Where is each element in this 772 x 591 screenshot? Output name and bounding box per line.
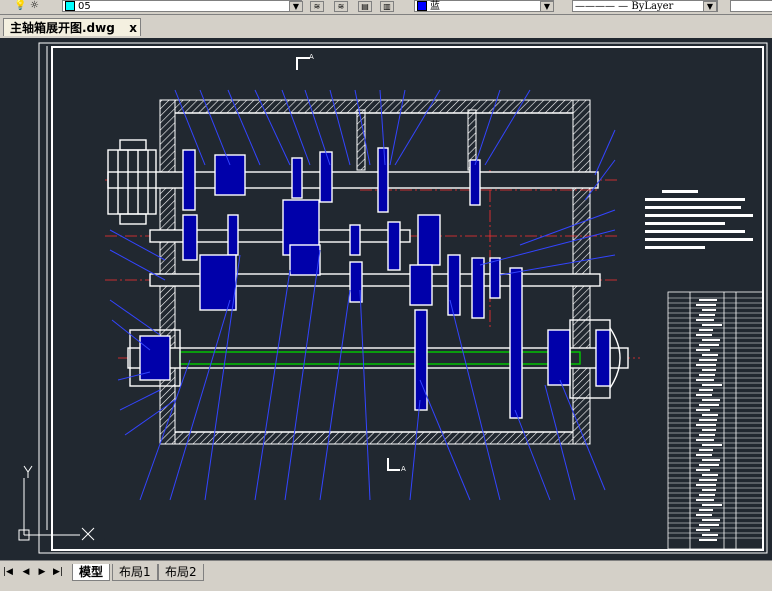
parts-list-text	[699, 524, 719, 526]
parts-list-text	[696, 394, 712, 396]
layer-dropdown[interactable]: 05	[62, 0, 302, 12]
parts-list-text	[702, 324, 722, 326]
parts-list-text	[702, 354, 718, 356]
next-tab-icon[interactable]: ▶	[36, 567, 48, 577]
layer-color-swatch	[65, 1, 75, 11]
parts-list-text	[702, 474, 718, 476]
parts-list-text	[702, 429, 716, 431]
properties-toolbar: 💡 ☼ 05 ▼ ≋ ≋ ▤ ▥ 蓝 ▼ ———— — ByLayer ▼	[0, 0, 772, 15]
parts-list-text	[696, 469, 710, 471]
parts-list-text	[702, 399, 720, 401]
ucs-x-label: X	[104, 539, 106, 541]
inner-frame	[51, 46, 764, 551]
parts-list-text	[702, 489, 716, 491]
sun-icon[interactable]: ☼	[30, 0, 39, 11]
parts-list-text	[702, 444, 722, 446]
parts-list-text	[702, 309, 716, 311]
tab-layout2[interactable]: 布局2	[158, 564, 204, 581]
lightbulb-icon[interactable]: 💡	[14, 0, 26, 11]
parts-list-text	[699, 449, 713, 451]
document-tab[interactable]: 主轴箱展开图.dwg x	[3, 18, 141, 36]
parts-list-text	[702, 459, 720, 461]
first-tab-icon[interactable]: |◀	[2, 567, 14, 577]
parts-list-text	[699, 374, 715, 376]
prev-tab-icon[interactable]: ◀	[20, 567, 32, 577]
lineweight-dropdown[interactable]	[730, 0, 772, 12]
parts-list-text	[699, 464, 719, 466]
previous-layer-icon[interactable]: ≋	[334, 1, 348, 12]
close-icon[interactable]: x	[129, 19, 137, 37]
parts-list-text	[699, 419, 717, 421]
parts-list-text	[696, 409, 710, 411]
tab-model[interactable]: 模型	[72, 564, 111, 581]
parts-list-text	[696, 319, 714, 321]
parts-list-text	[696, 424, 716, 426]
color-dropdown[interactable]: 蓝	[414, 0, 554, 12]
parts-list-text	[699, 494, 715, 496]
color-swatch	[417, 1, 427, 11]
parts-list-text	[699, 359, 717, 361]
document-tab-title: 主轴箱展开图.dwg	[10, 21, 115, 35]
technical-notes	[645, 190, 753, 249]
last-tab-icon[interactable]: ▶|	[52, 567, 64, 577]
parts-list-text	[699, 314, 715, 316]
tab-layout1[interactable]: 布局1	[112, 564, 158, 581]
parts-list-text	[696, 484, 716, 486]
ucs-icon	[18, 465, 95, 541]
layer-dropdown-arrow[interactable]: ▼	[289, 1, 303, 12]
parts-list-text	[699, 509, 713, 511]
parts-list-text	[702, 534, 718, 536]
cad-drawing: A A X Y	[18, 42, 768, 554]
parts-list-text	[696, 529, 710, 531]
parts-list-text	[696, 454, 712, 456]
parts-list-text	[699, 434, 715, 436]
parts-list-text	[699, 299, 717, 301]
parts-list-text	[699, 539, 717, 541]
parts-list-text	[699, 404, 719, 406]
parts-list-text	[699, 479, 717, 481]
parts-list-text	[702, 519, 720, 521]
parts-list-text	[696, 349, 710, 351]
parts-list-text	[696, 499, 714, 501]
parts-list-text	[699, 344, 719, 346]
document-tab-bar: 主轴箱展开图.dwg x	[0, 16, 772, 38]
parts-list-text	[696, 334, 712, 336]
parts-list-text	[702, 339, 720, 341]
color-dropdown-arrow[interactable]: ▼	[540, 1, 554, 12]
parts-list-text	[702, 414, 718, 416]
linetype-dropdown-arrow[interactable]: ▼	[703, 1, 717, 12]
ucs-y-label: Y	[34, 469, 36, 471]
layer-isolate-icon[interactable]: ▥	[380, 1, 394, 12]
section-mark-bottom: A	[401, 465, 406, 473]
match-layer-icon[interactable]: ≋	[310, 1, 324, 12]
parts-list-text	[702, 504, 722, 506]
parts-list-text	[702, 384, 722, 386]
layer-states-icon[interactable]: ▤	[358, 1, 372, 12]
linetype-dropdown[interactable]: ———— — ByLayer	[572, 0, 718, 12]
parts-list-text	[696, 514, 712, 516]
parts-list-text	[702, 369, 716, 371]
layout-tab-bar: |◀ ◀ ▶ ▶| 模型 布局1 布局2	[0, 560, 772, 591]
parts-list-text	[696, 364, 716, 366]
linetype-preview: ———— —	[575, 1, 629, 12]
parts-list-text	[696, 379, 714, 381]
parts-list-rows	[668, 297, 763, 541]
parts-list-text	[696, 304, 716, 306]
parts-list-text	[699, 389, 713, 391]
section-mark-top: A	[309, 53, 314, 61]
drawing-canvas[interactable]: A A X Y	[0, 38, 772, 560]
parts-list-text	[696, 439, 714, 441]
parts-list-text	[699, 329, 713, 331]
